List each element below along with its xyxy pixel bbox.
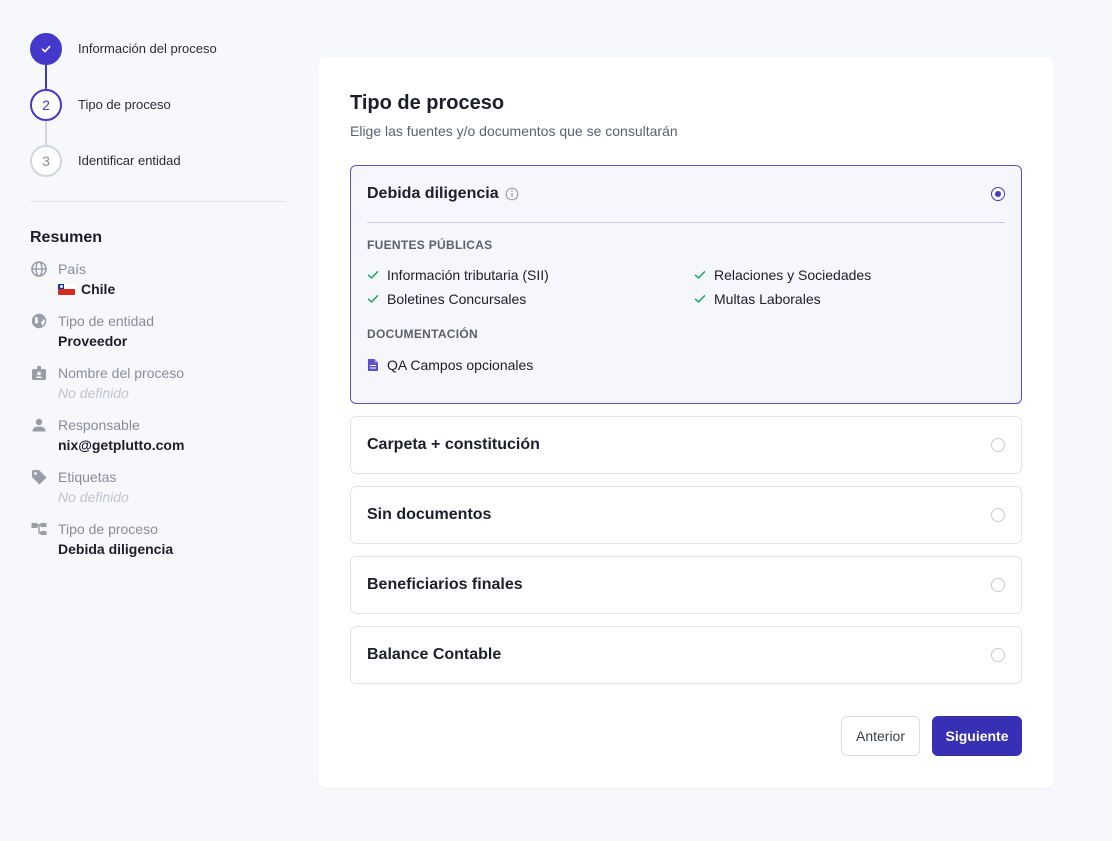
option-title: Sin documentos [367, 506, 492, 523]
option-header: Balance Contable [351, 627, 1021, 683]
public-source-item: Información tributaria (SII) [367, 266, 694, 284]
radio-button[interactable] [991, 438, 1005, 452]
chile-flag-icon [58, 283, 75, 295]
summary-label: País [58, 261, 87, 277]
step-1[interactable]: Información del proceso [30, 33, 286, 89]
globe-icon [31, 261, 47, 277]
summary-value: Chile [58, 279, 115, 299]
next-button[interactable]: Siguiente [932, 716, 1022, 756]
sidebar-divider [30, 201, 286, 202]
tag-icon [32, 470, 47, 485]
option-sin-documentos[interactable]: Sin documentos [350, 486, 1022, 544]
step-1-indicator [30, 33, 62, 65]
option-title: Carpeta + constitución [367, 436, 540, 453]
summary-title: Resumen [30, 229, 103, 246]
process-type-card: Tipo de proceso Elige las fuentes y/o do… [318, 57, 1054, 788]
documentation-heading: DOCUMENTACIÓN [367, 327, 479, 341]
summary-label: Tipo de entidad [58, 313, 154, 329]
summary-value: Debida diligencia [58, 541, 174, 557]
badge-icon [32, 366, 46, 380]
process-tree-icon [31, 523, 47, 535]
option-divider [367, 222, 1005, 223]
country-value: Chile [81, 281, 116, 297]
step-2-number: 2 [42, 97, 50, 113]
public-source-item: Relaciones y Sociedades [694, 266, 994, 284]
option-beneficiarios-finales[interactable]: Beneficiarios finales [350, 556, 1022, 614]
summary-label: Responsable [58, 417, 140, 433]
check-icon [41, 45, 51, 53]
check-icon [367, 271, 379, 279]
stepper: Información del proceso 2 Tipo de proces… [30, 33, 286, 201]
previous-button[interactable]: Anterior [841, 716, 920, 756]
summary-item-tags: Etiquetas No definido [30, 467, 286, 519]
info-icon[interactable] [505, 187, 519, 201]
radio-button[interactable] [991, 578, 1005, 592]
step-connector [45, 65, 47, 89]
radio-button[interactable] [991, 648, 1005, 662]
summary-label: Nombre del proceso [58, 365, 185, 381]
step-3-label: Identificar entidad [78, 153, 181, 168]
public-source-item: Boletines Concursales [367, 290, 694, 308]
step-2[interactable]: 2 Tipo de proceso [30, 89, 286, 145]
option-title: Debida diligencia [367, 185, 499, 202]
person-icon [32, 418, 46, 432]
option-header: Debida diligencia [351, 166, 1021, 222]
step-connector [45, 121, 47, 145]
summary-value: Proveedor [58, 333, 128, 349]
summary-label: Tipo de proceso [58, 521, 158, 537]
check-icon [694, 295, 706, 303]
step-2-label: Tipo de proceso [78, 97, 171, 112]
public-sources-list: Información tributaria (SII) Relaciones … [367, 266, 1005, 308]
public-source-label: Multas Laborales [714, 291, 821, 307]
summary-value: No definido [58, 489, 129, 505]
summary-item-process-type: Tipo de proceso Debida diligencia [30, 519, 286, 571]
option-header: Sin documentos [351, 487, 1021, 543]
check-icon [367, 295, 379, 303]
document-icon [368, 359, 378, 371]
summary-panel: Resumen País Chile Tipo de entidad Prove… [30, 229, 286, 571]
page-title: Tipo de proceso [350, 92, 505, 114]
option-header: Carpeta + constitución [351, 417, 1021, 473]
option-debida-diligencia[interactable]: Debida diligencia FUENTES PÚBLICAS Infor… [350, 165, 1022, 404]
option-carpeta-constitucion[interactable]: Carpeta + constitución [350, 416, 1022, 474]
public-source-label: Boletines Concursales [387, 291, 527, 307]
step-2-indicator: 2 [30, 89, 62, 121]
step-1-label: Información del proceso [78, 41, 217, 56]
summary-label: Etiquetas [58, 469, 117, 485]
summary-item-entity-type: Tipo de entidad Proveedor [30, 311, 286, 363]
option-title: Balance Contable [367, 646, 502, 663]
radio-button[interactable] [991, 508, 1005, 522]
step-3[interactable]: 3 Identificar entidad [30, 145, 286, 201]
step-3-indicator: 3 [30, 145, 62, 177]
summary-item-country: País Chile [30, 259, 286, 311]
summary-value: No definido [58, 385, 129, 401]
check-icon [694, 271, 706, 279]
option-title: Beneficiarios finales [367, 576, 523, 593]
public-source-label: Información tributaria (SII) [387, 267, 549, 283]
radio-button[interactable] [991, 187, 1005, 201]
summary-value: nix@getplutto.com [58, 437, 185, 453]
globe-filled-icon [31, 313, 47, 329]
option-header: Beneficiarios finales [351, 557, 1021, 613]
step-3-number: 3 [42, 153, 50, 169]
option-balance-contable[interactable]: Balance Contable [350, 626, 1022, 684]
public-source-item: Multas Laborales [694, 290, 994, 308]
public-source-label: Relaciones y Sociedades [714, 267, 872, 283]
page-subtitle: Elige las fuentes y/o documentos que se … [350, 123, 678, 139]
summary-item-process-name: Nombre del proceso No definido [30, 363, 286, 415]
document-item: QA Campos opcionales [367, 357, 1005, 373]
summary-item-owner: Responsable nix@getplutto.com [30, 415, 286, 467]
document-label: QA Campos opcionales [387, 357, 534, 373]
page: Información del proceso 2 Tipo de proces… [0, 0, 1112, 841]
public-sources-heading: FUENTES PÚBLICAS [367, 238, 493, 252]
